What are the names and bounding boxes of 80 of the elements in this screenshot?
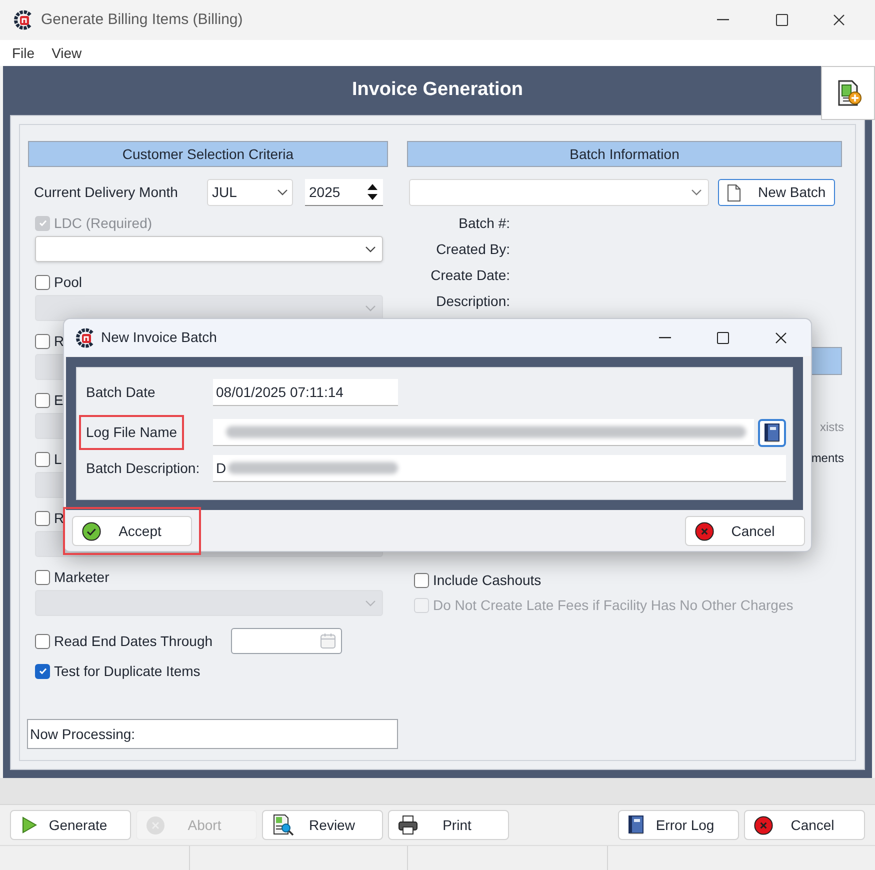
section-header: Customer Selection Criteria (28, 141, 388, 167)
checkbox-label: Include Cashouts (433, 570, 542, 590)
checkbox[interactable] (35, 510, 50, 526)
input-field[interactable]: 08/01/2025 07:11:14 (213, 379, 398, 406)
close-icon[interactable] (833, 14, 845, 26)
minimize-icon[interactable] (659, 336, 671, 338)
maximize-icon[interactable] (776, 14, 788, 26)
section-header: Batch Information (407, 141, 842, 167)
checkbox-label: Test for Duplicate Items (54, 662, 200, 681)
field-label: Batch Description: (86, 459, 200, 478)
checkbox[interactable] (35, 452, 50, 466)
document-icon (727, 184, 741, 202)
maximize-icon[interactable] (717, 332, 729, 344)
print-button[interactable]: Print (388, 810, 509, 840)
book-icon (764, 422, 780, 442)
field-label: Log File Name (86, 423, 178, 442)
checkbox-label: E (54, 390, 64, 410)
header-title: Invoice Generation (352, 78, 524, 102)
field-label: Batch Date (86, 383, 156, 402)
chevron-down-icon (365, 600, 376, 606)
checkbox-label: R (54, 508, 64, 528)
status-field: Now Processing: (27, 719, 398, 749)
printer-icon (398, 815, 418, 835)
document-search-icon (272, 814, 294, 836)
input-field[interactable]: D (213, 455, 786, 482)
field-label: Batch #: (458, 214, 510, 232)
cancel-button[interactable]: Cancel (685, 516, 805, 546)
cancel-button[interactable]: Cancel (744, 810, 865, 840)
minimize-icon[interactable] (717, 19, 729, 21)
checkbox[interactable] (35, 664, 50, 678)
spinner-arrows-icon[interactable] (366, 182, 379, 202)
checkbox-label: Do Not Create Late Fees if Facility Has No Other Charges (433, 596, 794, 615)
close-icon[interactable] (775, 332, 787, 344)
menu-item[interactable]: View (52, 42, 82, 64)
play-icon (20, 816, 38, 834)
month-dropdown[interactable]: JUL (207, 179, 293, 206)
input-field[interactable] (213, 419, 754, 446)
checkbox-label: Marketer (54, 568, 110, 586)
checkbox[interactable] (35, 570, 50, 584)
window-title: Generate Billing Items (Billing) (41, 10, 243, 30)
checkbox-label: L (54, 450, 62, 468)
error-log-button[interactable]: Error Log (618, 810, 739, 840)
checkbox[interactable] (414, 572, 429, 588)
field-label: Created By: (435, 240, 510, 259)
browse-button[interactable] (758, 418, 786, 446)
cancel-circle-icon (695, 522, 714, 540)
menu-item[interactable]: File (12, 42, 35, 64)
checkbox-label: Pool (54, 272, 82, 292)
chevron-down-icon (365, 304, 376, 312)
check-icon (38, 666, 48, 676)
checkbox[interactable] (35, 392, 50, 408)
cancel-circle-icon (754, 816, 773, 834)
dialog-title: New Invoice Batch (101, 328, 217, 347)
review-button[interactable]: Review (262, 810, 383, 840)
checkbox-label: R (54, 332, 64, 350)
accept-button[interactable]: Accept (72, 516, 192, 546)
year-spinner[interactable]: 2025 (305, 179, 383, 206)
checkbox[interactable] (35, 634, 50, 648)
chevron-down-icon (365, 246, 376, 252)
field-label: Create Date: (430, 266, 510, 284)
date-field[interactable] (231, 628, 342, 654)
app-logo-icon (75, 328, 95, 348)
chevron-down-icon (691, 189, 702, 196)
new-batch-button[interactable]: New Batch (718, 179, 835, 206)
check-icon (38, 218, 48, 228)
option-label: ments (811, 450, 844, 467)
check-circle-icon (82, 522, 101, 540)
app-logo-icon (13, 10, 33, 30)
field-label: Description: (435, 292, 510, 311)
add-document-icon[interactable] (821, 66, 875, 120)
checkbox-label: LDC (Required) (54, 214, 152, 233)
checkbox[interactable] (35, 334, 50, 348)
book-icon (628, 815, 644, 835)
checkbox[interactable] (35, 274, 50, 290)
field-label: Current Delivery Month (33, 183, 179, 202)
option-label: xists (820, 419, 844, 436)
generate-button[interactable]: Generate (10, 810, 131, 840)
checkbox-label: Read End Dates Through (54, 632, 214, 651)
cancel-circle-icon (146, 816, 165, 834)
chevron-down-icon (277, 189, 288, 196)
